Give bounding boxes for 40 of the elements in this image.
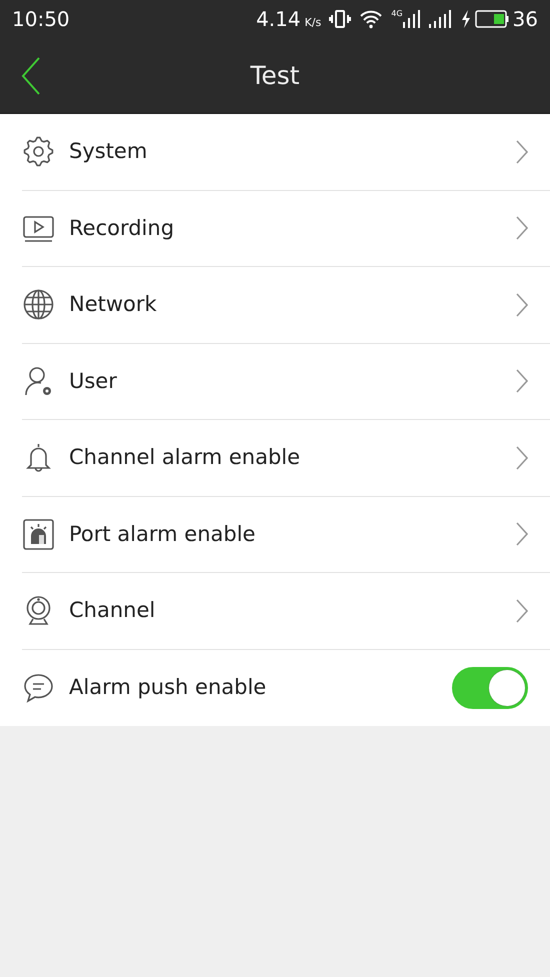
network-type: 4G: [391, 10, 403, 18]
chevron-right-icon: [516, 598, 528, 623]
status-time: 10:50: [12, 6, 70, 33]
back-chevron-icon: [21, 56, 41, 96]
menu-item-label: System: [69, 138, 148, 165]
menu-item-label: Channel: [69, 597, 156, 624]
wifi-icon: [359, 9, 384, 29]
settings-row[interactable]: User: [22, 344, 550, 420]
siren-icon: [22, 518, 55, 551]
speed-unit: K/s: [304, 15, 322, 31]
menu-item-label: User: [69, 368, 117, 394]
chevron-right-icon: [516, 292, 528, 317]
settings-row[interactable]: Network: [22, 267, 550, 344]
battery-icon: [474, 10, 509, 28]
menu-item-label: Network: [69, 291, 157, 318]
settings-row[interactable]: Channel alarm enable: [22, 420, 550, 496]
gear-icon: [22, 135, 55, 168]
chevron-right-icon: [516, 216, 528, 240]
vibrate-icon: [329, 9, 352, 29]
chat-bubble-icon: [22, 671, 55, 704]
page-title: Test: [250, 60, 300, 92]
menu-item-label: Port alarm enable: [69, 520, 256, 548]
signal-icon: [402, 10, 421, 28]
chevron-right-icon: [516, 522, 528, 546]
settings-row[interactable]: System: [22, 114, 550, 190]
settings-row[interactable]: Port alarm enable: [22, 496, 550, 573]
menu-item-label: Channel alarm enable: [69, 444, 300, 471]
menu-item-label: Recording: [69, 214, 174, 242]
settings-row[interactable]: Channel: [22, 573, 550, 650]
battery-percent: 36: [512, 6, 538, 33]
toggle-switch[interactable]: [452, 666, 528, 709]
menu-item-label: Alarm push enable: [69, 674, 266, 701]
network-speed: 4.14: [256, 6, 301, 33]
settings-row[interactable]: Recording: [22, 190, 550, 267]
globe-icon: [22, 288, 55, 322]
chevron-right-icon: [516, 369, 528, 394]
charging-icon: [460, 10, 471, 28]
chevron-right-icon: [516, 446, 528, 470]
chevron-right-icon: [516, 140, 528, 164]
signal-icon: [428, 10, 453, 28]
